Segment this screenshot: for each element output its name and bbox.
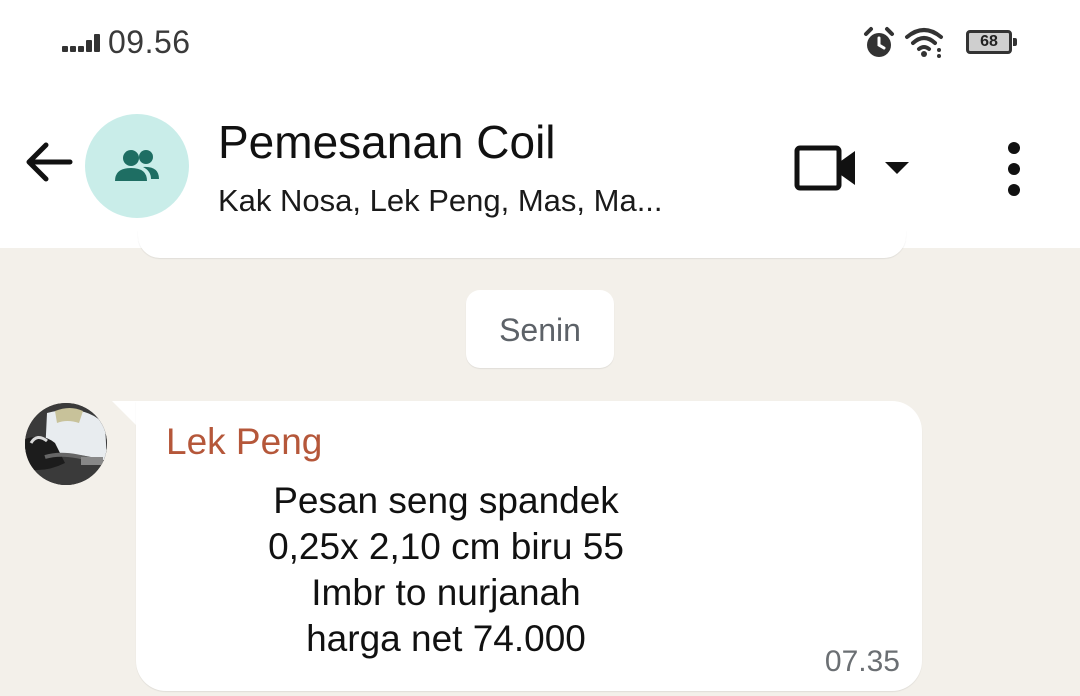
alarm-icon — [864, 27, 894, 57]
message-time: 07.35 — [824, 645, 900, 678]
battery-icon: 68 — [966, 30, 1017, 54]
chevron-down-icon[interactable] — [882, 159, 912, 177]
bubble-tail — [112, 401, 138, 427]
chat-participants[interactable]: Kak Nosa, Lek Peng, Mas, Ma... — [218, 183, 663, 219]
message-line: harga net 74.000 — [306, 618, 586, 659]
sender-avatar-photo — [25, 403, 107, 485]
group-avatar[interactable] — [85, 114, 189, 218]
battery-level: 68 — [980, 33, 998, 50]
video-call-icon[interactable] — [794, 145, 858, 191]
previous-message-bubble[interactable] — [138, 230, 906, 258]
status-bar: 09.56 68 — [0, 0, 1080, 85]
message-sender[interactable]: Lek Peng — [166, 421, 322, 463]
wifi-icon — [905, 28, 943, 58]
date-separator: Senin — [466, 290, 614, 368]
chat-header[interactable]: Pemesanan Coil Kak Nosa, Lek Peng, Mas, … — [0, 85, 1080, 248]
message-text: Pesan seng spandek 0,25x 2,10 cm biru 55… — [136, 478, 756, 662]
signal-icon — [62, 34, 100, 52]
back-arrow-icon[interactable] — [22, 135, 76, 189]
message-line: 0,25x 2,10 cm biru 55 — [268, 526, 624, 567]
message-line: Imbr to nurjanah — [311, 572, 581, 613]
message-bubble[interactable]: Lek Peng Pesan seng spandek 0,25x 2,10 c… — [136, 401, 922, 691]
message-line: Pesan seng spandek — [273, 480, 619, 521]
status-time: 09.56 — [108, 24, 191, 60]
group-icon — [115, 150, 159, 181]
chat-title[interactable]: Pemesanan Coil — [218, 115, 556, 169]
sender-avatar[interactable] — [25, 403, 107, 485]
more-options-icon[interactable] — [1000, 141, 1028, 197]
